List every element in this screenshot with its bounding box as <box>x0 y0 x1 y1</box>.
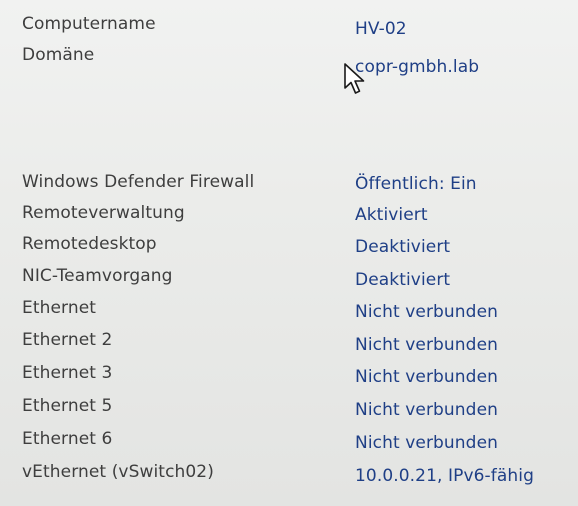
property-value-vethernet[interactable]: 10.0.0.21, IPv6-fähig <box>355 466 534 486</box>
property-label-vethernet: vEthernet (vSwitch02) <box>22 462 214 482</box>
property-value-nic-teaming[interactable]: Deaktiviert <box>355 270 450 290</box>
property-label-remote-desktop: Remotedesktop <box>22 234 157 254</box>
server-properties-panel: Computername HV-02 Domäne copr-gmbh.lab … <box>0 0 578 506</box>
property-label-computername: Computername <box>22 14 156 34</box>
property-value-ethernet-5[interactable]: Nicht verbunden <box>355 400 498 420</box>
property-value-ethernet-6[interactable]: Nicht verbunden <box>355 433 498 453</box>
property-label-domain: Domäne <box>22 45 95 65</box>
property-value-remote-management[interactable]: Aktiviert <box>355 205 428 225</box>
property-value-computername[interactable]: HV-02 <box>355 19 407 39</box>
mouse-pointer-icon <box>344 63 365 94</box>
property-value-ethernet-2[interactable]: Nicht verbunden <box>355 335 498 355</box>
property-value-ethernet[interactable]: Nicht verbunden <box>355 302 498 322</box>
property-label-ethernet: Ethernet <box>22 298 97 318</box>
property-label-remote-management: Remoteverwaltung <box>22 203 185 223</box>
property-label-ethernet-6: Ethernet 6 <box>22 429 113 449</box>
property-value-firewall[interactable]: Öffentlich: Ein <box>355 174 477 194</box>
property-label-firewall: Windows Defender Firewall <box>22 172 255 192</box>
property-value-domain[interactable]: copr-gmbh.lab <box>355 57 479 77</box>
property-label-ethernet-5: Ethernet 5 <box>22 396 113 416</box>
property-label-ethernet-2: Ethernet 2 <box>22 330 113 350</box>
property-label-ethernet-3: Ethernet 3 <box>22 363 113 383</box>
property-value-remote-desktop[interactable]: Deaktiviert <box>355 237 450 257</box>
property-value-ethernet-3[interactable]: Nicht verbunden <box>355 367 498 387</box>
property-label-nic-teaming: NIC-Teamvorgang <box>22 266 173 286</box>
